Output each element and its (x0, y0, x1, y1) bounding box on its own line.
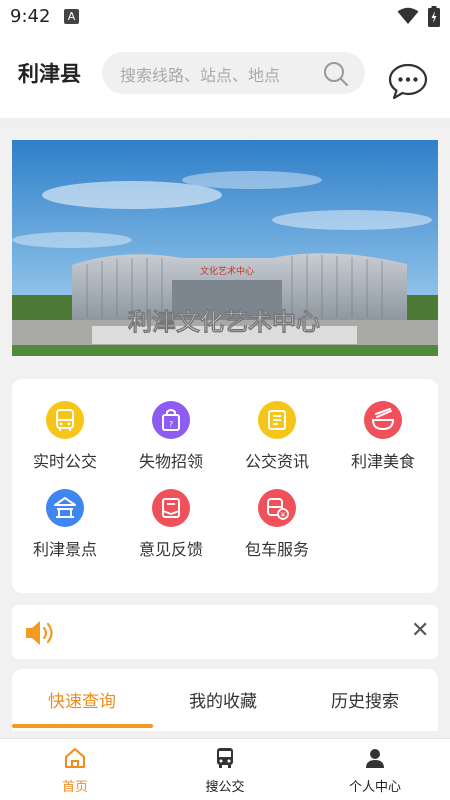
speaker-icon (26, 621, 53, 645)
news-icon (258, 401, 296, 439)
nav-profile[interactable]: 个人中心 (325, 747, 425, 795)
status-time: 9:42 (10, 6, 51, 27)
banner-sign-text: 利津文化艺术中心 (128, 308, 320, 336)
status-bar: 9:42 A (0, 0, 450, 34)
service-bus-news[interactable]: 公交资讯 (224, 401, 330, 481)
section-divider (0, 118, 450, 128)
city-selector[interactable]: 利津县 (18, 58, 81, 88)
food-bowl-icon (364, 401, 402, 439)
nav-home[interactable]: 首页 (25, 747, 125, 795)
search-icon[interactable] (322, 60, 350, 88)
tab-favorites[interactable]: 我的收藏 (189, 687, 257, 712)
feedback-icon (152, 489, 190, 527)
service-lost-found[interactable]: ? 失物招领 (118, 401, 224, 481)
banner-image[interactable]: 文化艺术中心 利津文化艺术中心 (12, 140, 438, 356)
service-label: 公交资讯 (244, 452, 309, 471)
svg-text:?: ? (169, 420, 173, 429)
charter-bus-icon: ¥ (258, 489, 296, 527)
nav-label: 个人中心 (348, 780, 401, 795)
bottom-nav: 首页 搜公交 个人中心 (0, 738, 450, 800)
notice-bar[interactable]: ✕ (12, 605, 438, 659)
header: 利津县 搜索线路、站点、地点 (0, 34, 450, 118)
nav-label: 搜公交 (205, 780, 245, 795)
tab-history[interactable]: 历史搜索 (331, 687, 399, 712)
tab-quick-query[interactable]: 快速查询 (48, 687, 116, 712)
service-realtime-bus[interactable]: 实时公交 (12, 401, 118, 481)
notification-a-icon: A (64, 9, 79, 24)
service-label: 意见反馈 (138, 540, 203, 559)
search-input[interactable]: 搜索线路、站点、地点 (102, 52, 365, 94)
service-label: 失物招领 (138, 452, 203, 471)
search-placeholder: 搜索线路、站点、地点 (120, 66, 281, 85)
active-tab-indicator (12, 724, 153, 728)
wifi-icon (397, 7, 419, 24)
home-icon (65, 748, 85, 768)
building-sign: 文化艺术中心 (200, 265, 254, 277)
bus-icon (217, 748, 233, 768)
service-scenic-spots[interactable]: 利津景点 (12, 489, 118, 569)
services-grid: 实时公交 ? 失物招领 公交资讯 利津美食 利津景点 意见反馈 ¥ 包车服务 (12, 379, 438, 593)
service-label: 利津美食 (350, 452, 415, 471)
service-label: 利津景点 (32, 540, 97, 559)
query-tabs: 快速查询 我的收藏 历史搜索 (12, 669, 438, 731)
pavilion-icon (46, 489, 84, 527)
svg-text:¥: ¥ (281, 511, 286, 519)
nav-search-bus[interactable]: 搜公交 (175, 747, 275, 795)
close-icon[interactable]: ✕ (411, 618, 429, 643)
nav-label: 首页 (61, 780, 88, 795)
service-feedback[interactable]: 意见反馈 (118, 489, 224, 569)
user-icon (366, 749, 384, 768)
banner-photo: 文化艺术中心 利津文化艺术中心 (12, 140, 438, 356)
battery-icon (428, 6, 440, 27)
service-label: 包车服务 (244, 540, 309, 559)
message-icon[interactable] (388, 62, 428, 100)
bag-icon: ? (152, 401, 190, 439)
bus-icon (46, 401, 84, 439)
service-food[interactable]: 利津美食 (330, 401, 436, 481)
service-charter[interactable]: ¥ 包车服务 (224, 489, 330, 569)
service-label: 实时公交 (32, 452, 97, 471)
